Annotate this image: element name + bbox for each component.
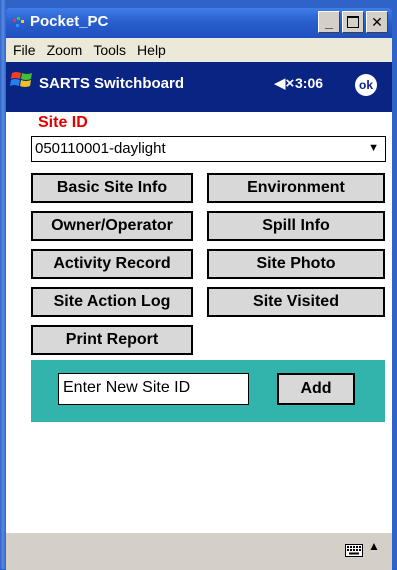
ppc-navigation-bar: SARTS Switchboard ◀× 3:06 ok bbox=[6, 62, 392, 112]
nav-title: SARTS Switchboard bbox=[39, 75, 185, 92]
site-id-dropdown[interactable]: 050110001-daylight ▼ bbox=[31, 136, 386, 162]
windows-logo-icon[interactable] bbox=[10, 68, 34, 92]
new-site-panel: Enter New Site ID Add bbox=[31, 360, 385, 422]
clock[interactable]: 3:06 bbox=[295, 75, 323, 91]
print-report-button[interactable]: Print Report bbox=[31, 325, 193, 355]
site-id-label: Site ID bbox=[38, 114, 88, 131]
site-photo-button[interactable]: Site Photo bbox=[207, 249, 385, 279]
site-id-selected-value: 050110001-daylight bbox=[35, 140, 166, 157]
ok-button[interactable]: ok bbox=[355, 74, 377, 96]
add-button[interactable]: Add bbox=[277, 373, 355, 405]
app-logo-icon bbox=[13, 17, 24, 27]
close-icon: ✕ bbox=[371, 13, 383, 30]
basic-site-info-button[interactable]: Basic Site Info bbox=[31, 173, 193, 203]
menu-tools[interactable]: Tools bbox=[93, 42, 126, 58]
window-titlebar: Pocket_PC _ ✕ bbox=[6, 8, 392, 38]
spill-info-button[interactable]: Spill Info bbox=[207, 211, 385, 241]
close-button[interactable]: ✕ bbox=[366, 11, 388, 33]
bottom-bar: ▲ bbox=[6, 532, 392, 570]
speaker-mute-icon[interactable]: ◀× bbox=[274, 74, 294, 92]
maximize-icon bbox=[347, 16, 359, 28]
environment-button[interactable]: Environment bbox=[207, 173, 385, 203]
site-visited-button[interactable]: Site Visited bbox=[207, 287, 385, 317]
owner-operator-button[interactable]: Owner/Operator bbox=[31, 211, 193, 241]
minimize-button[interactable]: _ bbox=[318, 11, 340, 33]
up-arrow-icon[interactable]: ▲ bbox=[368, 539, 380, 553]
dropdown-arrow-icon: ▼ bbox=[368, 142, 379, 154]
menu-bar: File Zoom Tools Help bbox=[6, 38, 392, 62]
window-title: Pocket_PC bbox=[30, 13, 109, 30]
switchboard-form: Site ID 050110001-daylight ▼ Basic Site … bbox=[6, 112, 392, 532]
menu-help[interactable]: Help bbox=[137, 42, 166, 58]
maximize-button[interactable] bbox=[342, 11, 364, 33]
keyboard-icon[interactable] bbox=[345, 544, 363, 557]
new-site-id-input[interactable]: Enter New Site ID bbox=[58, 373, 249, 405]
activity-record-button[interactable]: Activity Record bbox=[31, 249, 193, 279]
menu-file[interactable]: File bbox=[13, 42, 36, 58]
menu-zoom[interactable]: Zoom bbox=[47, 42, 83, 58]
site-action-log-button[interactable]: Site Action Log bbox=[31, 287, 193, 317]
